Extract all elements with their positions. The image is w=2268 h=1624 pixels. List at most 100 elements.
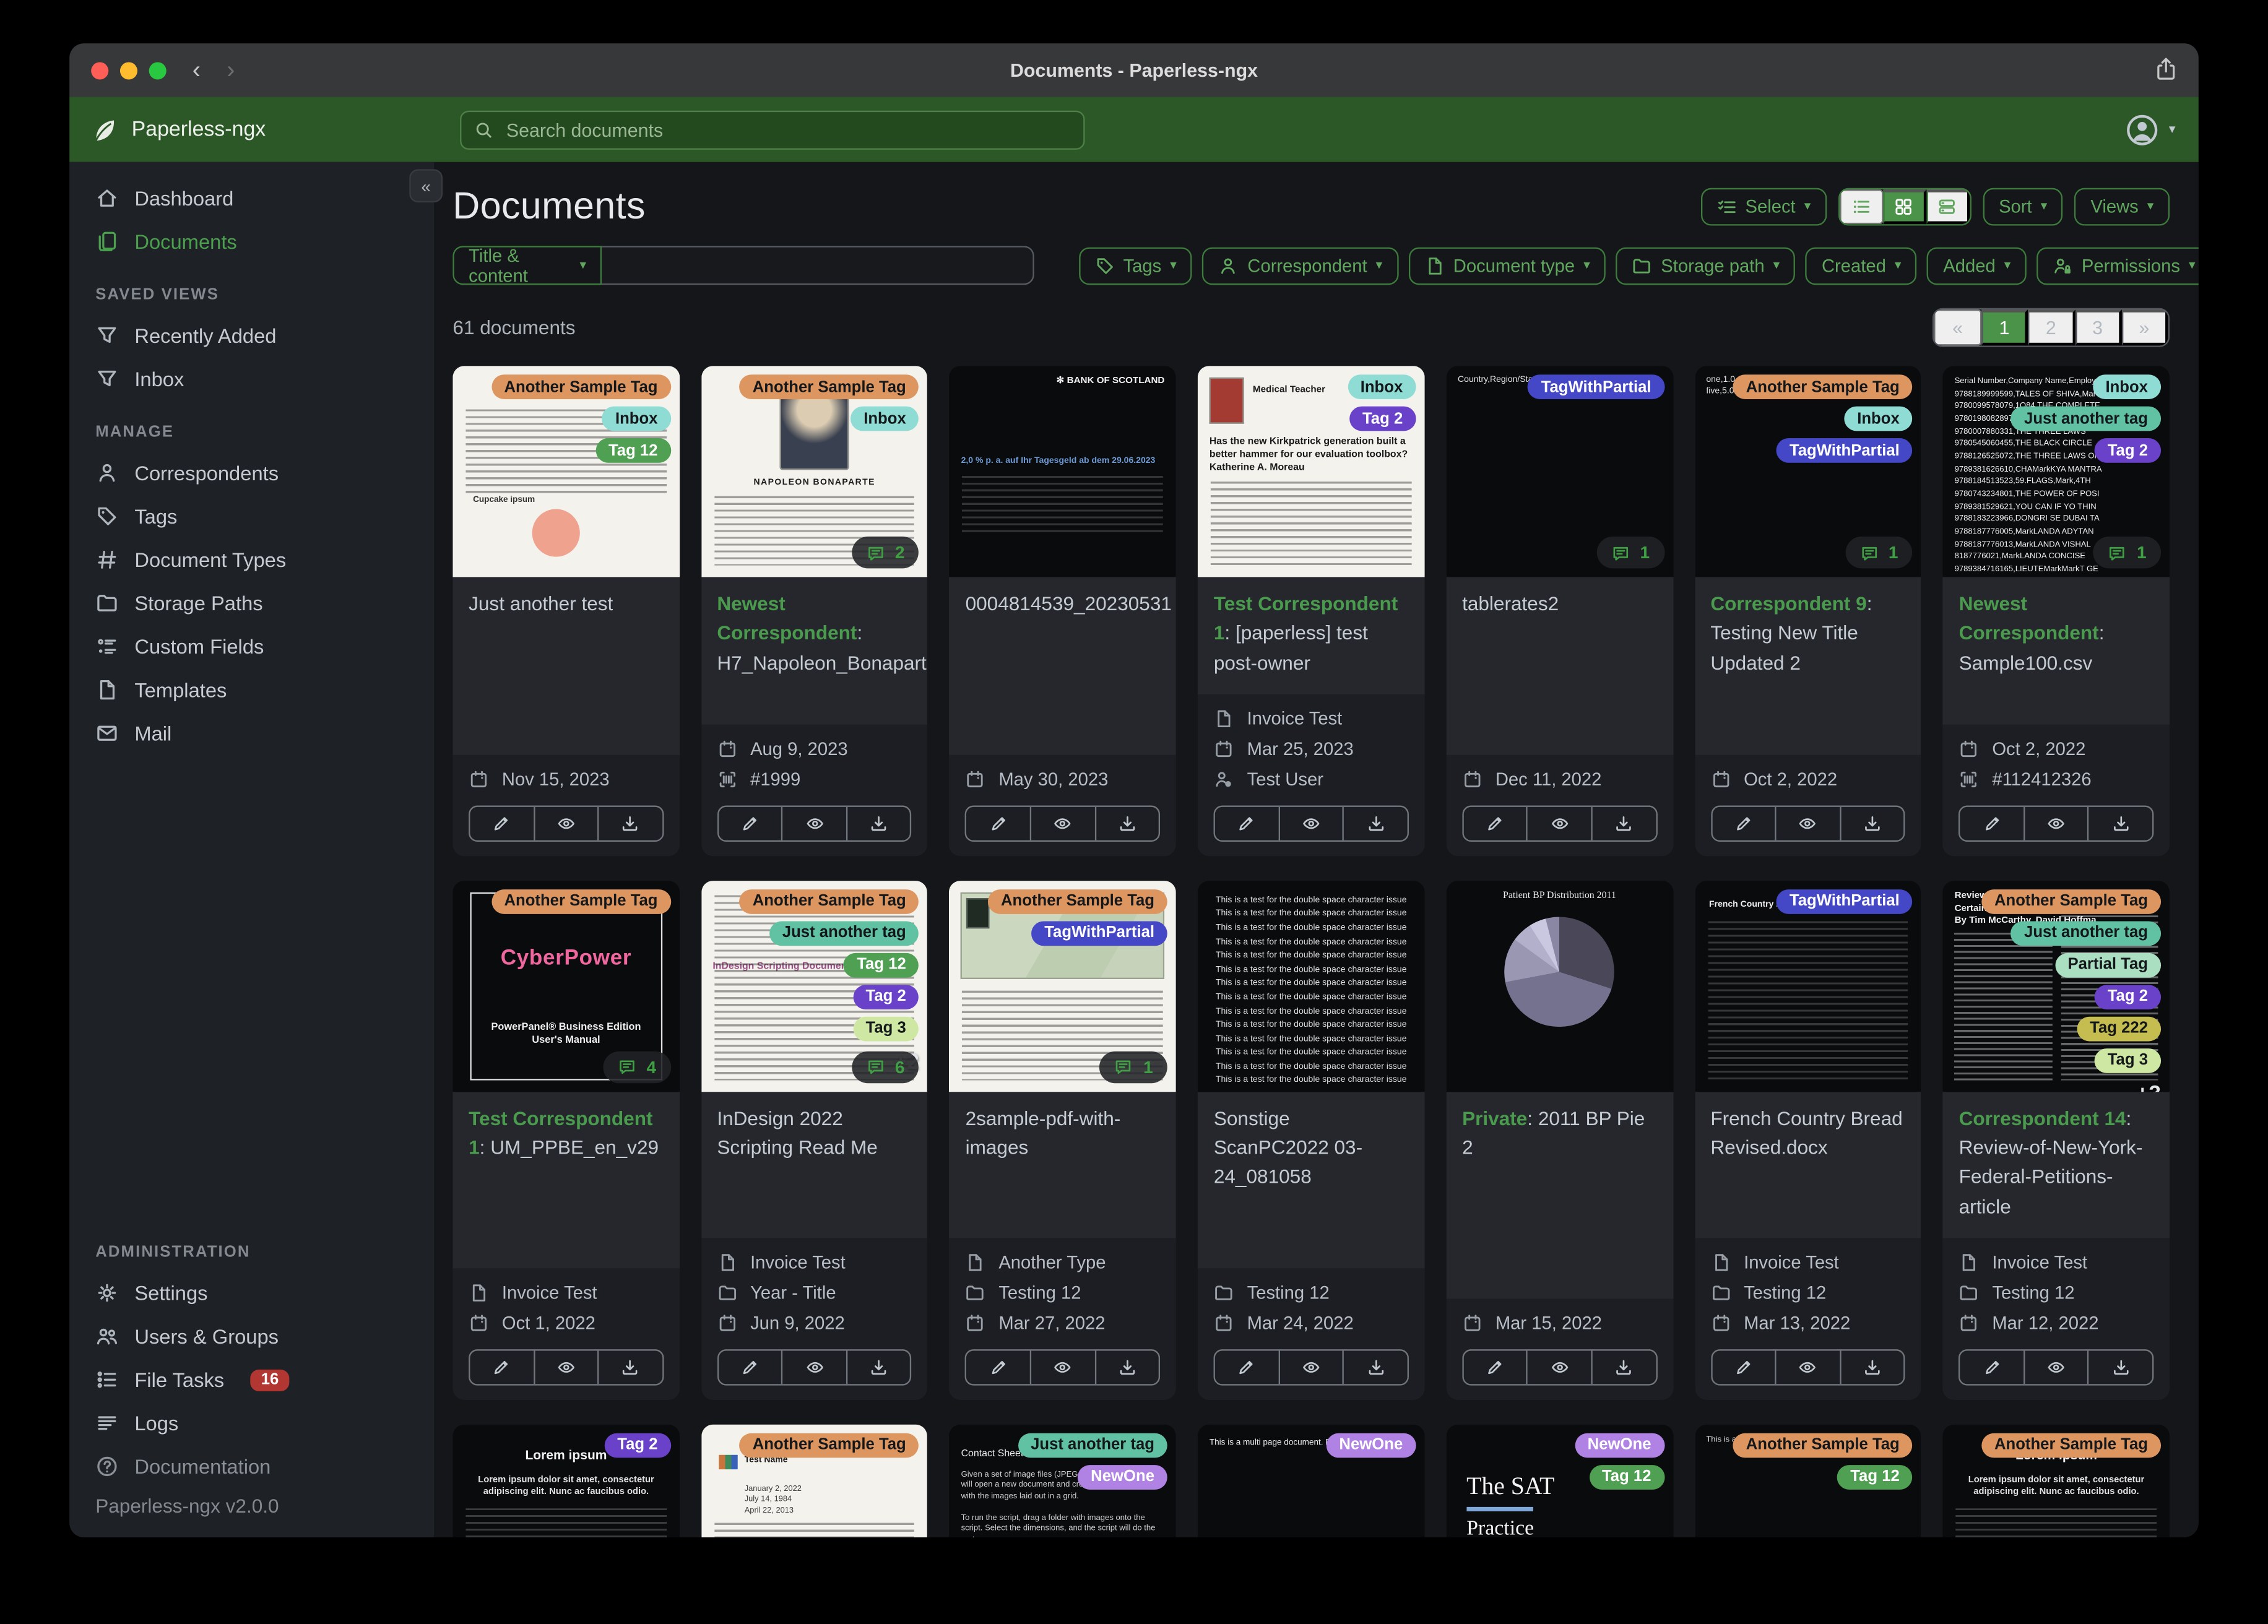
minimize-button[interactable]: [119, 61, 137, 79]
document-title[interactable]: Sonstige ScanPC2022 03-24_081058: [1198, 1091, 1425, 1268]
edit-button[interactable]: [1960, 806, 2023, 840]
document-card[interactable]: Another Sample Tag Tag 12 This is a test: [1694, 1424, 1921, 1537]
document-card[interactable]: NewOne This is a multi page document. Pa…: [1198, 1424, 1425, 1537]
tag-pill[interactable]: Another Sample Tag: [1733, 374, 1913, 399]
edit-button[interactable]: [1960, 1350, 2023, 1384]
document-correspondent[interactable]: Newest Correspondent: [717, 593, 857, 644]
created-filter-button[interactable]: Created ▾: [1806, 246, 1918, 285]
tag-pill[interactable]: Tag 12: [1588, 1464, 1664, 1490]
document-card[interactable]: Another Sample Tag TagWithPartial 1 2samp…: [949, 880, 1177, 1400]
tag-pill[interactable]: Another Sample Tag: [491, 889, 671, 914]
tag-pill[interactable]: Tag 12: [844, 952, 919, 978]
preview-button[interactable]: [1278, 806, 1343, 840]
document-thumbnail[interactable]: Another Sample Tag Tag 12 This is a test: [1694, 1424, 1921, 1537]
sidebar-item-correspondents[interactable]: Correspondents: [69, 451, 434, 495]
document-card[interactable]: Another Sample Tag Just another tag Tag 12…: [701, 880, 928, 1400]
document-card[interactable]: ✻ BANK OF SCOTLAND 2,0 % p. a. auf Ihr Ta…: [949, 366, 1177, 856]
document-thumbnail[interactable]: Another Sample Tag TagWithPartial 1: [949, 880, 1177, 1092]
title-content-filter-input[interactable]: [602, 246, 1034, 285]
tag-pill[interactable]: Tag 2: [604, 1433, 671, 1458]
tag-pill[interactable]: Tag 2: [852, 984, 919, 1009]
document-thumbnail[interactable]: Inbox Tag 2 Medical Teacher Has the new Ki…: [1198, 366, 1425, 577]
sidebar-item-document-types[interactable]: Document Types: [69, 538, 434, 581]
sidebar-item-templates[interactable]: Templates: [69, 668, 434, 712]
preview-button[interactable]: [533, 1350, 597, 1384]
document-thumbnail[interactable]: Another Sample Tag Test Name January 2, 2…: [701, 1424, 928, 1537]
tag-pill[interactable]: TagWithPartial: [1776, 889, 1913, 914]
edit-button[interactable]: [1215, 806, 1278, 840]
document-title[interactable]: Correspondent 9: Testing New Title Updat…: [1694, 577, 1921, 755]
preview-button[interactable]: [1029, 1350, 1094, 1384]
tag-pill[interactable]: TagWithPartial: [1031, 920, 1168, 946]
storage-path-filter-button[interactable]: Storage path ▾: [1616, 246, 1796, 285]
edit-button[interactable]: [719, 806, 782, 840]
sidebar-item-documentation[interactable]: Documentation: [69, 1445, 434, 1488]
sidebar-item-users-groups[interactable]: Users & Groups: [69, 1315, 434, 1358]
search-input[interactable]: [503, 117, 1071, 142]
tag-pill[interactable]: Another Sample Tag: [1981, 1433, 2162, 1458]
document-thumbnail[interactable]: Tag 2 Lorem ipsum Lorem ipsum dolor sit a…: [452, 1424, 680, 1537]
download-button[interactable]: [1094, 806, 1159, 840]
document-thumbnail[interactable]: TagWithPartial Country,Region/State," 1: [1446, 366, 1673, 577]
sidebar-item-logs[interactable]: Logs: [69, 1401, 434, 1445]
document-thumbnail[interactable]: Just another tag NewOne Contact Sheet Dem…: [949, 1424, 1177, 1537]
preview-button[interactable]: [1526, 1350, 1591, 1384]
tag-pill[interactable]: Tag 3: [852, 1016, 919, 1041]
document-card[interactable]: Inbox Tag 2 Medical Teacher Has the new Ki…: [1198, 366, 1425, 856]
user-menu[interactable]: ▾: [2126, 112, 2175, 147]
tag-pill[interactable]: Another Sample Tag: [1981, 889, 2162, 914]
pagination-page-3[interactable]: 3: [2075, 309, 2122, 346]
search-bar[interactable]: [460, 110, 1085, 149]
document-card[interactable]: Patient BP Distribution 2011 Private: 20…: [1446, 880, 1673, 1400]
edit-button[interactable]: [470, 806, 533, 840]
document-thumbnail[interactable]: Another Sample Tag Inbox TagWithPartial on…: [1694, 366, 1921, 577]
permissions-filter-button[interactable]: Permissions ▾: [2036, 246, 2199, 285]
tag-pill[interactable]: Inbox: [602, 406, 671, 431]
preview-button[interactable]: [1278, 1350, 1343, 1384]
document-correspondent[interactable]: Private: [1462, 1107, 1527, 1129]
preview-button[interactable]: [1526, 806, 1591, 840]
added-filter-button[interactable]: Added ▾: [1927, 246, 2027, 285]
document-correspondent[interactable]: Correspondent 9: [1710, 593, 1866, 615]
sidebar-item-recently-added[interactable]: Recently Added: [69, 314, 434, 357]
tag-pill[interactable]: Tag 2: [2094, 438, 2162, 463]
document-title[interactable]: tablerates2: [1446, 577, 1673, 755]
download-button[interactable]: [1591, 1350, 1655, 1384]
document-card[interactable]: Another Sample Tag Test Name January 2, 2…: [701, 1424, 928, 1537]
tag-pill[interactable]: Another Sample Tag: [739, 889, 919, 914]
edit-button[interactable]: [1712, 806, 1775, 840]
document-card[interactable]: Another Sample Tag CyberPower PowerPanel®…: [452, 880, 680, 1400]
document-thumbnail[interactable]: NewOneTag 12 The SATPractice Test #1Make…: [1446, 1424, 1673, 1537]
document-card[interactable]: TagWithPartial Country,Region/State," 1 …: [1446, 366, 1673, 856]
document-title[interactable]: Newest Correspondent: Sample100.csv: [1942, 577, 2170, 725]
view-mode-grid-view-active[interactable]: [1883, 188, 1927, 224]
download-button[interactable]: [846, 806, 911, 840]
sidebar-item-tags[interactable]: Tags: [69, 495, 434, 538]
tag-pill[interactable]: Another Sample Tag: [491, 374, 671, 399]
document-card[interactable]: Another Sample Tag Just another tag Partia…: [1942, 880, 2170, 1400]
tags-filter-button[interactable]: Tags ▾: [1078, 246, 1193, 285]
download-button[interactable]: [846, 1350, 911, 1384]
sidebar-item-inbox[interactable]: Inbox: [69, 357, 434, 400]
preview-button[interactable]: [533, 806, 597, 840]
tag-pill[interactable]: Just another tag: [1018, 1433, 1168, 1458]
preview-button[interactable]: [1775, 1350, 1839, 1384]
document-title[interactable]: 0004814539_20230531: [949, 577, 1177, 755]
tag-pill[interactable]: Tag 12: [595, 438, 671, 463]
correspondent-filter-button[interactable]: Correspondent ▾: [1202, 246, 1398, 285]
edit-button[interactable]: [1712, 1350, 1775, 1384]
tag-pill[interactable]: Just another tag: [2011, 406, 2162, 431]
document-title[interactable]: Test Correspondent 1: UM_PPBE_en_v29: [452, 1091, 680, 1268]
document-thumbnail[interactable]: This is a test for the double space char…: [1198, 880, 1425, 1092]
tag-pill[interactable]: TagWithPartial: [1528, 374, 1664, 399]
document-correspondent[interactable]: Newest Correspondent: [1959, 593, 2099, 644]
download-button[interactable]: [597, 806, 662, 840]
document-card[interactable]: Another Sample TagInboxTag 12 Adobe Acro…: [452, 366, 680, 856]
document-thumbnail[interactable]: Another Sample Tag Lorem ipsumLorem ipsu…: [1942, 1424, 2170, 1537]
preview-button[interactable]: [2023, 806, 2088, 840]
preview-button[interactable]: [781, 806, 846, 840]
view-mode-detail-view[interactable]: [1926, 188, 1970, 224]
tag-pill[interactable]: Inbox: [1844, 406, 1913, 431]
download-button[interactable]: [2087, 1350, 2152, 1384]
document-title[interactable]: Test Correspondent 1: [paperless] test p…: [1198, 577, 1425, 694]
